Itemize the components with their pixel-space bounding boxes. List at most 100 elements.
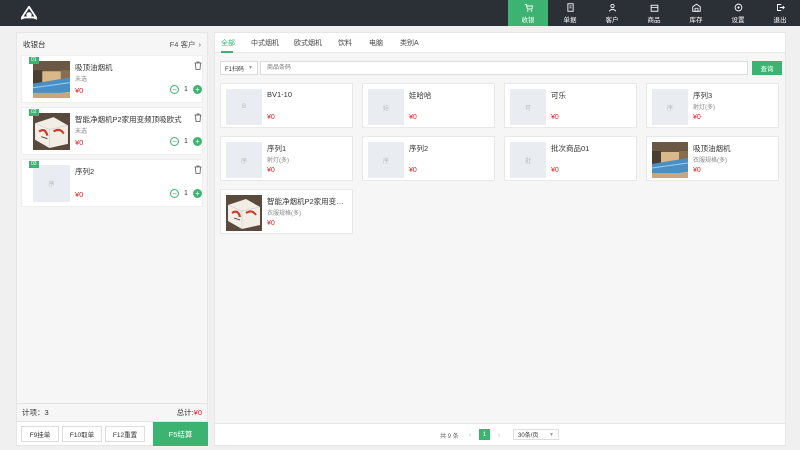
minus-icon[interactable]: − [170,189,179,198]
checkout-title: 收银台 [23,39,46,49]
box-icon [650,3,659,12]
total-label: 总计: [176,408,194,417]
product-card[interactable]: 娃娃哈哈 ¥0 [362,83,495,128]
product-price: ¥0 [267,167,275,174]
take-order-button[interactable]: F10取单 [62,426,102,442]
pagination: 共 9 条 ‹ 1 › 30条/页 ▼ [215,423,785,445]
trash-icon[interactable] [194,113,202,122]
minus-icon[interactable]: − [170,137,179,146]
product-card[interactable]: 智能净烟机P2家用变频顶吸欧式衣服规格(多) ¥0 [220,189,353,234]
product-name: 吸顶油烟机 [693,144,731,153]
product-thumbnail: 可 [510,89,546,125]
quantity-stepper: −1 + [170,189,202,198]
search-bar: F1扫码 ▼ 查询 [220,61,782,75]
tab-5[interactable]: 类别A [400,38,419,48]
product-price: ¥0 [551,167,559,174]
pagination-total: 共 9 条 [440,434,459,440]
plus-icon[interactable]: + [192,85,202,94]
product-panel: 全部中式烟机欧式烟机饮料电脑类别A F1扫码 ▼ 查询 BBV1-10¥0娃娃哈… [214,32,786,446]
nav-item-5[interactable]: 设置 [718,0,758,26]
product-spec: 射灯(多) [693,105,715,111]
product-thumbnail: 序 [368,142,404,178]
product-thumbnail: 娃 [368,89,404,125]
quantity-value: 1 [184,138,188,145]
app-logo[interactable] [20,5,38,21]
product-thumbnail [652,142,688,178]
next-page-icon[interactable]: › [494,430,504,440]
tab-2[interactable]: 欧式烟机 [294,38,322,48]
nav-item-3[interactable]: 商品 [634,0,674,26]
product-name: 可乐 [551,91,566,100]
product-price: ¥0 [267,114,275,121]
user-icon [608,3,617,12]
product-thumbnail [33,113,70,150]
quantity-stepper: −1 + [170,137,202,146]
customer-selector[interactable]: F4 客户 › [170,39,201,50]
top-bar: 收银 单据 客户 商品 库存 设置 退出 [0,0,800,26]
nav-item-2[interactable]: 客户 [592,0,632,26]
chevron-down-icon: ▼ [248,65,253,71]
product-price: ¥0 [409,114,417,121]
nav-item-1[interactable]: 单据 [550,0,590,26]
trash-icon[interactable] [194,61,202,70]
product-card[interactable]: B BV1-10 ¥0 [220,83,353,128]
nav-item-0[interactable]: 收银 [508,0,548,26]
cart-item-name: 智能净烟机P2家用变频顶吸欧式 [75,115,182,124]
trash-icon[interactable] [194,165,202,174]
item-count: 计项：3 [22,408,49,417]
total-amount: 总计:¥0 [177,407,202,418]
cart-actions: F9挂单 F10取单 F12重置 F5结算 [17,421,208,446]
cart-item-index: 01 [29,57,39,64]
nav-item-label: 商品 [647,16,661,24]
product-card[interactable]: 吸顶油烟机 衣服规格(多) ¥0 [646,136,779,181]
product-price: ¥0 [409,167,417,174]
active-tab-indicator [221,51,233,53]
product-name: 娃哈哈 [409,91,432,100]
tab-1[interactable]: 中式烟机 [251,38,279,48]
checkout-button[interactable]: F5结算 [153,422,208,446]
product-thumbnail: 序 [652,89,688,125]
product-card[interactable]: 序序列1 射灯(多) ¥0 [220,136,353,181]
cart-item-spec: 未选 [75,129,88,135]
prev-page-icon[interactable]: ‹ [465,430,475,440]
nav-item-label: 单据 [563,16,577,24]
chevron-down-icon: ▼ [549,431,554,438]
product-price: ¥0 [551,114,559,121]
barcode-search-input[interactable] [260,61,748,75]
document-icon [566,2,575,12]
product-name: 序列1 [267,144,287,153]
reset-button[interactable]: F12重置 [105,426,145,442]
tab-0[interactable]: 全部 [221,38,235,48]
product-thumbnail: 批 [510,142,546,178]
nav-item-label: 客户 [605,16,619,24]
quantity-value: 1 [184,86,188,93]
product-card[interactable]: 可可乐 ¥0 [504,83,637,128]
product-price: ¥0 [693,114,701,121]
scan-mode-label: F1扫码 [225,66,245,73]
tab-4[interactable]: 电脑 [369,38,383,48]
product-name: 序列3 [693,91,713,100]
cart-list: 01 吸顶油烟机 未选 ¥0−1 +02 智能净烟机P2家用变频顶吸欧式 未选 ¥0−1 + 序 0… [17,55,207,207]
scan-mode-select[interactable]: F1扫码 ▼ [220,61,258,75]
minus-icon[interactable]: − [170,85,179,94]
nav-item-label: 设置 [731,16,745,24]
product-card[interactable]: 序序列3 射灯(多) ¥0 [646,83,779,128]
cart-item-name: 吸顶油烟机 [75,63,113,72]
cart-item: 02 智能净烟机P2家用变频顶吸欧式 未选 ¥0 −1 + [21,107,203,155]
tab-3[interactable]: 饮料 [338,38,352,48]
product-name: 智能净烟机P2家用变频顶吸欧式 [267,197,351,206]
page-number[interactable]: 1 [479,429,490,440]
plus-icon[interactable]: + [192,189,202,198]
search-button[interactable]: 查询 [752,61,782,75]
cart-item-price: ¥0 [75,190,84,199]
page-size-select[interactable]: 30条/页 ▼ [513,429,559,440]
hold-order-button[interactable]: F9挂单 [21,426,59,442]
product-card[interactable]: 批批次商品01 ¥0 [504,136,637,181]
product-spec: 衣服规格(多) [267,211,301,217]
product-card[interactable]: 序序列2 ¥0 [362,136,495,181]
main-nav: 收银 单据 客户 商品 库存 设置 退出 [506,0,800,26]
plus-icon[interactable]: + [192,137,202,146]
quantity-value: 1 [184,190,188,197]
nav-item-4[interactable]: 库存 [676,0,716,26]
nav-item-6[interactable]: 退出 [760,0,800,26]
